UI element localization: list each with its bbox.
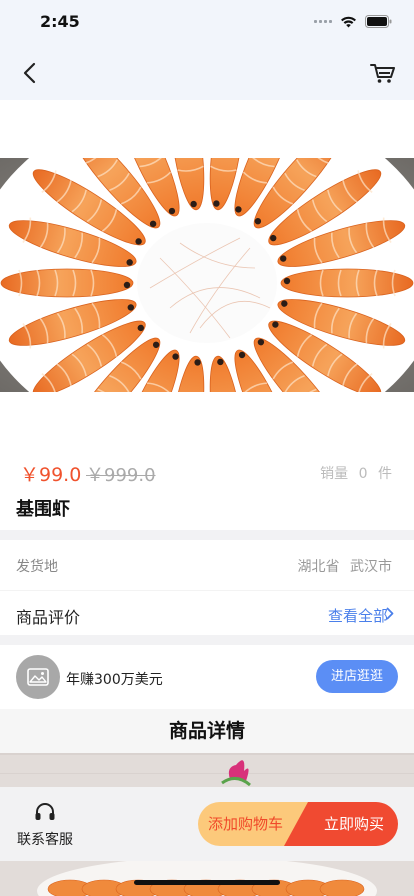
product-name: 基围虾	[16, 499, 70, 520]
enter-shop-button[interactable]: 进店逛逛	[316, 660, 398, 693]
home-indicator	[134, 880, 280, 885]
sales-info: 销量 0 件	[320, 463, 392, 483]
product-image[interactable]	[0, 158, 414, 392]
sales-count: 0	[358, 466, 368, 482]
original-price: ￥999.0	[86, 465, 156, 486]
price-block: ￥99.0 ￥999.0 销量 0 件 基围虾	[0, 448, 414, 530]
nav-bar	[0, 46, 414, 100]
cart-icon	[370, 64, 395, 83]
shipping-label: 发货地	[16, 559, 58, 575]
shop-name: 年赚300万美元	[66, 672, 163, 688]
image-placeholder-icon	[27, 668, 49, 686]
purchase-button-group: 添加购物车 立即购买	[198, 802, 398, 846]
details-header: 商品详情	[0, 709, 414, 753]
shipping-province: 湖北省	[297, 559, 340, 575]
status-bar: 2:45	[0, 0, 414, 46]
shipping-row: 发货地 湖北省 武汉市	[0, 540, 414, 590]
shop-row: 年赚300万美元 进店逛逛	[0, 645, 414, 709]
headset-icon	[35, 803, 55, 820]
reviews-label: 商品评价	[16, 608, 81, 627]
customer-service-label: 联系客服	[17, 832, 73, 848]
sales-label: 销量	[320, 466, 349, 482]
status-time: 2:45	[40, 12, 80, 31]
signal-icon	[314, 20, 332, 23]
status-icons	[314, 15, 392, 28]
shipping-city: 武汉市	[350, 559, 392, 575]
customer-service-button[interactable]: 联系客服	[14, 803, 76, 849]
chevron-left-icon	[23, 62, 36, 84]
cart-button[interactable]	[368, 58, 398, 88]
bottom-action-bar: 联系客服 添加购物车 立即购买	[0, 787, 414, 861]
view-all-reviews-link[interactable]: 查看全部	[328, 605, 388, 626]
current-price: ￥99.0	[20, 464, 82, 486]
image-top-padding	[0, 100, 414, 158]
shop-avatar[interactable]	[16, 655, 60, 699]
reviews-row[interactable]: 商品评价 查看全部	[0, 590, 414, 635]
sales-unit: 件	[378, 466, 392, 482]
shipping-location: 湖北省 武汉市	[298, 556, 392, 576]
back-button[interactable]	[14, 58, 44, 88]
wifi-icon	[341, 16, 356, 27]
shrimp-photo	[0, 158, 414, 392]
battery-icon	[365, 15, 392, 28]
details-title: 商品详情	[168, 720, 245, 742]
chevron-right-icon	[386, 607, 394, 620]
image-bottom-padding	[0, 392, 414, 448]
